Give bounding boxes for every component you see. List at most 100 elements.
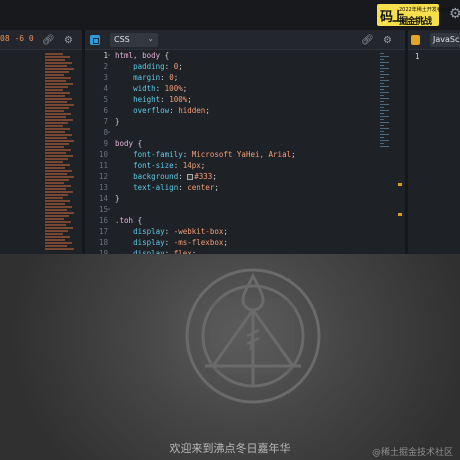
code-line[interactable]: .toh {: [115, 215, 355, 226]
css-minimap[interactable]: [380, 53, 394, 153]
minimap-row: [380, 143, 384, 144]
code-line[interactable]: }: [115, 193, 355, 204]
minimap-row: [45, 128, 70, 130]
minimap-row: [380, 134, 389, 135]
fold-icon[interactable]: ⌄: [106, 50, 112, 58]
minimap-row: [45, 53, 63, 55]
minimap-row: [45, 89, 63, 91]
minimap-row: [45, 221, 71, 223]
minimap-row: [380, 80, 389, 81]
minimap-row: [45, 194, 68, 196]
minimap-row: [380, 65, 384, 66]
event-logo[interactable]: 码上 2022年稀土开发者大会 掘金挑战: [377, 4, 452, 27]
code-line[interactable]: display: -ms-flexbox;: [115, 237, 355, 248]
minimap-row: [45, 113, 71, 115]
minimap-row: [45, 65, 67, 67]
minimap-row: [380, 95, 384, 96]
js-file-icon: [411, 35, 420, 45]
fold-icon[interactable]: ⌄: [106, 204, 112, 212]
code-line[interactable]: font-size: 14px;: [115, 160, 355, 171]
line-number: 9: [103, 139, 108, 148]
line-number: 4: [103, 84, 108, 93]
minimap-row: [45, 122, 68, 124]
code-line[interactable]: margin: 0;: [115, 72, 355, 83]
minimap-row: [45, 137, 67, 139]
code-line[interactable]: body {: [115, 138, 355, 149]
minimap-row: [45, 188, 66, 190]
minimap-row: [45, 56, 70, 58]
logo-text-small: 2022年稀土开发者大会: [399, 7, 452, 13]
minimap-row: [380, 101, 384, 102]
logo-text-secondary: 掘金挑战: [399, 17, 432, 27]
minimap-row: [380, 53, 384, 54]
line-number: 17: [98, 227, 108, 236]
minimap-row: [45, 83, 73, 85]
code-line[interactable]: }: [115, 116, 355, 127]
minimap-row: [380, 125, 384, 126]
line-number: 7: [103, 117, 108, 126]
css-line-numbers: 123456789101112131415161718192021: [85, 50, 110, 281]
watermark: @稀土掘金技术社区: [372, 448, 454, 458]
code-line[interactable]: text-align: center;: [115, 182, 355, 193]
link-icon[interactable]: 🔗︎: [42, 35, 55, 46]
minimap-row: [45, 236, 70, 238]
minimap-row: [45, 227, 73, 229]
minimap-row: [380, 104, 389, 105]
minimap-row: [45, 230, 68, 232]
line-number: 11: [98, 161, 108, 170]
minimap-row: [380, 128, 389, 129]
minimap-row: [45, 248, 74, 250]
minimap-row: [45, 209, 67, 211]
minimap-row: [380, 146, 389, 147]
minimap-row: [45, 131, 65, 133]
js-line-number: 1: [415, 52, 420, 61]
code-line[interactable]: font-family: Microsoft YaHei, Arial;: [115, 149, 355, 160]
code-line[interactable]: [115, 127, 355, 138]
minimap-row: [45, 125, 63, 127]
gear-icon[interactable]: ⚙: [449, 6, 460, 22]
chevron-down-icon: ⌄: [147, 34, 154, 43]
minimap-row: [380, 140, 389, 141]
minimap-row: [45, 161, 63, 163]
fold-icon[interactable]: ⌄: [106, 127, 112, 135]
code-line[interactable]: background: #333;: [115, 171, 355, 182]
css-language-label: CSS: [114, 35, 130, 44]
gear-icon[interactable]: ⚙: [64, 35, 73, 46]
minimap-row: [45, 215, 69, 217]
minimap-row: [45, 140, 74, 142]
top-bar: 码上 2022年稀土开发者大会 掘金挑战 ⚙: [0, 0, 460, 30]
minimap-row: [45, 68, 74, 70]
minimap-row: [45, 110, 64, 112]
minimap-row: [45, 149, 71, 151]
minimap-row: [380, 89, 384, 90]
code-line[interactable]: display: -webkit-box;: [115, 226, 355, 237]
minimap-row: [380, 116, 389, 117]
code-line[interactable]: html, body {: [115, 50, 355, 61]
js-language-select[interactable]: JavaScript: [430, 33, 460, 47]
html-pane-header-text: 08 -6 0: [0, 34, 34, 43]
minimap-row: [380, 131, 384, 132]
minimap-row: [380, 122, 389, 123]
minimap-row: [45, 164, 70, 166]
line-number: 16: [98, 216, 108, 225]
code-line[interactable]: padding: 0;: [115, 61, 355, 72]
code-line[interactable]: width: 100%;: [115, 83, 355, 94]
line-number: 10: [98, 150, 108, 159]
minimap-row: [380, 107, 384, 108]
code-line[interactable]: height: 100%;: [115, 94, 355, 105]
editor-page: 码上 2022年稀土开发者大会 掘金挑战 ⚙ 08 -6 0 🔗︎ ⚙ CSS …: [0, 0, 460, 460]
minimap-row: [45, 245, 67, 247]
emblem-icon: [185, 268, 321, 404]
gear-icon[interactable]: ⚙: [383, 35, 392, 46]
minimap-row: [380, 71, 384, 72]
css-code-editor[interactable]: html, body { padding: 0; margin: 0; widt…: [115, 50, 355, 281]
code-line[interactable]: [115, 204, 355, 215]
minimap-row: [380, 77, 384, 78]
minimap-row: [45, 155, 73, 157]
code-line[interactable]: overflow: hidden;: [115, 105, 355, 116]
link-icon[interactable]: 🔗︎: [361, 35, 374, 46]
css-language-select[interactable]: CSS ⌄: [110, 33, 158, 47]
html-minimap[interactable]: [45, 53, 75, 253]
minimap-row: [380, 137, 384, 138]
color-swatch[interactable]: [187, 174, 194, 180]
